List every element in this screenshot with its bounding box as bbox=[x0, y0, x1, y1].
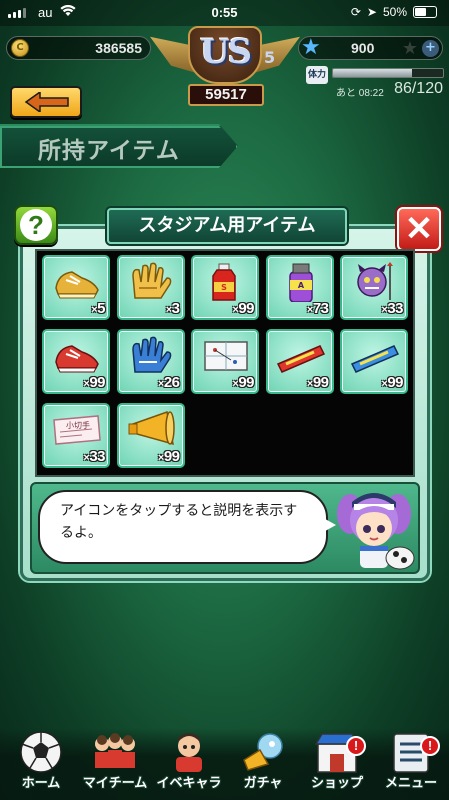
location-icon: ➤ bbox=[366, 5, 377, 19]
status-bar: au 0:55 ⟳ ➤ 50% bbox=[0, 0, 449, 26]
soccer-ball-icon bbox=[16, 730, 66, 774]
star-icon: ★ bbox=[301, 35, 321, 60]
item-quantity: ×99 bbox=[83, 374, 105, 391]
coin-value: 386585 bbox=[95, 40, 142, 56]
item-quantity: ×99 bbox=[232, 300, 254, 317]
item-slot-devil-mascot[interactable]: ×33 bbox=[340, 255, 408, 320]
team-icon bbox=[90, 730, 140, 774]
star-outline-icon: ★ bbox=[401, 38, 418, 59]
item-slot-megaphone[interactable]: ×99 bbox=[116, 403, 185, 468]
item-slot-red-drink[interactable]: S ×99 bbox=[191, 255, 259, 320]
item-quantity: ×99 bbox=[306, 374, 329, 391]
red-spikes-icon bbox=[52, 336, 102, 376]
rank-level: 5 bbox=[264, 48, 276, 67]
item-slot-red-spikes[interactable]: ×99 bbox=[42, 329, 110, 394]
battery-percent: 50% bbox=[382, 5, 407, 19]
item-slot-gold-spikes[interactable]: ×5 bbox=[42, 255, 110, 320]
help-button[interactable]: ? bbox=[14, 205, 58, 245]
rank-score: 59517 bbox=[188, 84, 264, 106]
purple-spray-icon: A bbox=[276, 262, 326, 302]
mascot-character bbox=[337, 493, 415, 570]
page-title: 所持アイテム bbox=[38, 138, 180, 164]
devil-mascot-icon bbox=[350, 262, 400, 302]
check-ticket-icon: 小切手 bbox=[52, 410, 102, 450]
battery-icon bbox=[413, 6, 437, 18]
item-quantity: ×99 bbox=[232, 374, 254, 391]
gold-gloves-icon bbox=[127, 262, 177, 302]
svg-text:S: S bbox=[221, 283, 227, 292]
close-button[interactable]: ✕ bbox=[397, 207, 441, 251]
back-arrow-icon bbox=[24, 92, 69, 112]
rank-crest[interactable]: US 5 59517 bbox=[150, 24, 300, 110]
tactics-board-icon bbox=[201, 336, 251, 376]
item-quantity: ×99 bbox=[157, 448, 180, 465]
item-quantity: ×99 bbox=[381, 374, 403, 391]
item-quantity: ×73 bbox=[306, 300, 329, 317]
notification-badge: ! bbox=[420, 736, 440, 756]
item-slot-check-ticket[interactable]: 小切手 ×33 bbox=[42, 403, 110, 468]
gacha-icon bbox=[238, 730, 288, 774]
stamina-bar bbox=[332, 68, 444, 78]
stamina-icon: 体力 bbox=[306, 66, 328, 84]
rank-label: US bbox=[199, 32, 252, 72]
item-quantity: ×5 bbox=[91, 300, 105, 317]
item-quantity: ×33 bbox=[83, 448, 105, 465]
item-quantity: ×33 bbox=[381, 300, 403, 317]
stamina-fill bbox=[333, 69, 413, 77]
coin-counter: C 386585 bbox=[6, 36, 151, 60]
item-quantity: ×3 bbox=[165, 300, 180, 317]
red-drink-icon: S bbox=[201, 262, 251, 302]
item-slot-red-gum[interactable]: ×99 bbox=[265, 329, 334, 394]
event-character-icon bbox=[164, 730, 214, 774]
ticket-label: 小切手 bbox=[66, 421, 90, 430]
gold-spikes-icon bbox=[52, 262, 102, 302]
item-quantity: ×26 bbox=[157, 374, 180, 391]
item-slot-gold-gloves[interactable]: ×3 bbox=[116, 255, 185, 320]
svg-text:A: A bbox=[297, 281, 304, 290]
item-slot-blue-gum[interactable]: ×99 bbox=[340, 329, 408, 394]
stamina-count: 86/120 bbox=[394, 80, 443, 97]
coin-icon: C bbox=[11, 39, 29, 57]
add-stars-button[interactable]: + bbox=[422, 40, 439, 57]
help-message: アイコンをタップすると説明を表示するよ。 bbox=[60, 503, 298, 541]
question-icon: ? bbox=[20, 209, 52, 241]
notification-badge: ! bbox=[346, 736, 366, 756]
item-slot-tactics-board[interactable]: ×99 bbox=[191, 329, 259, 394]
stamina-recovery-time: あと 08:22 bbox=[336, 88, 384, 99]
nav-label: メニュー bbox=[384, 776, 437, 791]
orientation-lock-icon: ⟳ bbox=[350, 5, 361, 19]
blue-gloves-icon bbox=[127, 336, 177, 376]
star-counter: ★ 900 ★ + bbox=[298, 36, 443, 60]
back-button[interactable] bbox=[10, 86, 82, 118]
nav-item-menu[interactable]: メニュー! bbox=[368, 728, 449, 800]
dialog-title: スタジアム用アイテム bbox=[107, 208, 347, 244]
star-value: 900 bbox=[351, 40, 375, 56]
megaphone-icon bbox=[127, 410, 177, 450]
item-slot-blue-gloves[interactable]: ×26 bbox=[116, 329, 185, 394]
blue-gum-icon bbox=[350, 336, 400, 376]
red-gum-icon bbox=[276, 336, 326, 376]
item-slot-purple-spray[interactable]: A ×73 bbox=[265, 255, 334, 320]
